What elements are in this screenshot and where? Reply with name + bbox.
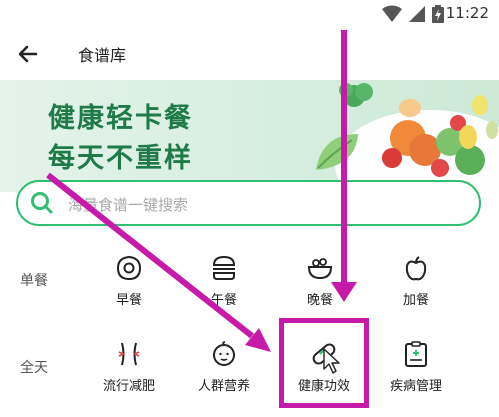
category-group-nutrition[interactable]: 人群营养 xyxy=(179,341,269,405)
search-placeholder: 海量食谱一键搜索 xyxy=(68,196,189,214)
burger-icon xyxy=(212,255,236,280)
page-title: 食谱库 xyxy=(78,46,127,65)
search-bar[interactable]: 海量食谱一键搜索 xyxy=(16,180,481,226)
category-label: 人群营养 xyxy=(197,379,250,394)
fried-egg-icon xyxy=(116,255,142,281)
category-snack[interactable]: 加餐 xyxy=(371,255,461,319)
medical-clipboard-icon xyxy=(405,341,427,367)
body-shape-icon xyxy=(118,342,140,366)
promo-banner[interactable]: 健康轻卡餐 每天不重样 xyxy=(0,80,499,192)
wifi-icon xyxy=(382,5,402,22)
baby-face-icon xyxy=(213,341,235,366)
apple-icon xyxy=(405,256,427,281)
status-bar: 11:22 xyxy=(0,0,499,28)
category-label: 早餐 xyxy=(115,293,142,308)
category-lunch[interactable]: 午餐 xyxy=(179,255,269,319)
row-label-all-day: 全天 xyxy=(20,360,48,376)
category-disease-management[interactable]: 疾病管理 xyxy=(371,341,461,405)
search-icon xyxy=(31,192,53,214)
banner-headline: 健康轻卡餐 xyxy=(48,103,193,134)
status-time: 11:22 xyxy=(445,4,489,22)
signal-icon xyxy=(409,6,425,22)
category-label: 加餐 xyxy=(402,293,429,308)
app-bar: 食谱库 xyxy=(0,28,499,78)
annotation-highlight-box xyxy=(279,318,369,408)
leaf-icon xyxy=(316,134,358,170)
category-label: 晚餐 xyxy=(306,293,333,308)
category-label: 午餐 xyxy=(210,293,237,308)
row-label-single-meal: 单餐 xyxy=(20,273,48,289)
category-dinner[interactable]: 晚餐 xyxy=(275,255,365,319)
battery-icon xyxy=(432,5,444,23)
category-breakfast[interactable]: 早餐 xyxy=(84,255,174,319)
bowl-icon xyxy=(307,258,333,280)
banner-subheadline: 每天不重样 xyxy=(48,143,193,174)
category-popular-diet[interactable]: 流行减肥 xyxy=(84,341,174,405)
category-label: 疾病管理 xyxy=(389,379,442,394)
category-label: 流行减肥 xyxy=(102,379,155,394)
back-arrow-icon[interactable] xyxy=(14,40,42,68)
